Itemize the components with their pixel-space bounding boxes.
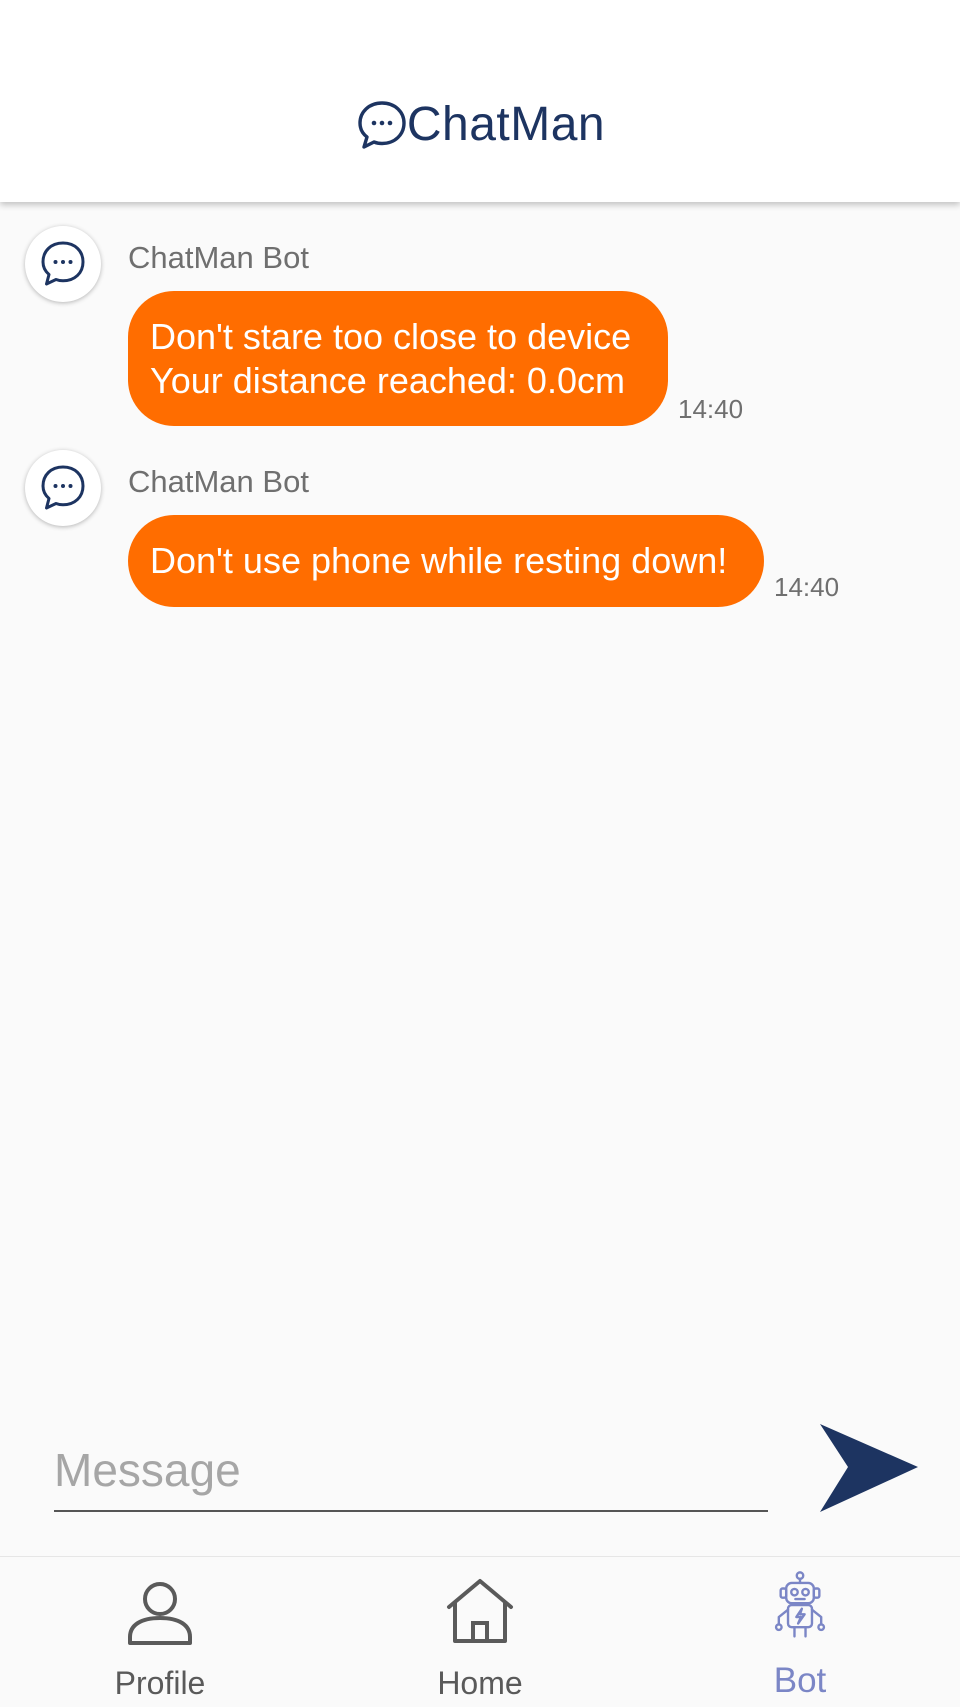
person-icon bbox=[128, 1582, 192, 1645]
nav-item-home[interactable]: Home bbox=[320, 1557, 640, 1707]
message-bubble: Don't stare too close to device Your dis… bbox=[128, 291, 668, 426]
message-text-line: Your distance reached: 0.0cm bbox=[150, 359, 625, 401]
chat-thread: ChatMan Bot Don't stare too close to dev… bbox=[0, 202, 960, 1352]
message-text-line: Don't use phone while resting down! bbox=[150, 540, 728, 581]
message-time: 14:40 bbox=[678, 394, 744, 424]
home-icon bbox=[447, 1579, 513, 1643]
nav-item-profile[interactable]: Profile bbox=[0, 1557, 320, 1707]
brand: ChatMan bbox=[0, 98, 960, 152]
chat-bubble-icon bbox=[41, 241, 85, 286]
message-time: 14:40 bbox=[774, 572, 840, 602]
message-input[interactable] bbox=[54, 1430, 768, 1512]
send-button[interactable] bbox=[812, 1420, 922, 1516]
nav-item-bot[interactable]: Bot bbox=[640, 1557, 960, 1707]
send-arrow-icon bbox=[820, 1424, 918, 1512]
nav-label-profile: Profile bbox=[114, 1665, 206, 1701]
message-sender: ChatMan Bot bbox=[128, 464, 309, 499]
chat-bubble-icon bbox=[41, 465, 85, 510]
message-composer bbox=[0, 1400, 960, 1550]
app-header: ChatMan bbox=[0, 0, 960, 202]
robot-icon bbox=[774, 1571, 826, 1638]
message-text-line: Don't stare too close to device bbox=[150, 315, 632, 357]
bot-avatar bbox=[25, 450, 101, 526]
nav-label-home: Home bbox=[437, 1665, 523, 1701]
app-title: ChatMan bbox=[406, 98, 606, 151]
bot-avatar bbox=[25, 226, 101, 302]
nav-label-bot: Bot bbox=[773, 1661, 827, 1700]
bottom-navigation: Profile Home Bot bbox=[0, 1556, 960, 1707]
message-sender: ChatMan Bot bbox=[128, 240, 309, 275]
chat-bubble-icon bbox=[358, 101, 406, 149]
message-bubble: Don't use phone while resting down! bbox=[128, 515, 764, 607]
